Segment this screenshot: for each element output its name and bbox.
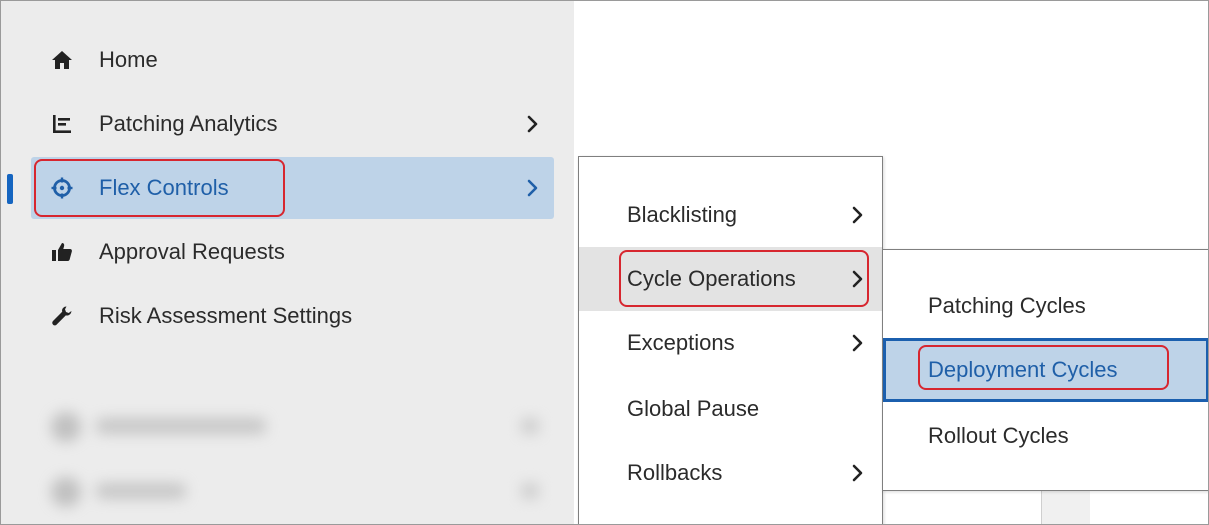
menu-item-rollout-cycles[interactable]: Rollout Cycles xyxy=(883,404,1208,468)
sidebar-item-risk-assessment-settings[interactable]: Risk Assessment Settings xyxy=(31,285,554,347)
wrench-icon xyxy=(51,305,73,327)
analytics-icon xyxy=(51,113,73,135)
menu-item-global-pause[interactable]: Global Pause xyxy=(579,377,882,441)
thumbs-up-icon xyxy=(51,241,73,263)
menu-item-cycle-operations[interactable]: Cycle Operations xyxy=(579,247,882,311)
chevron-right-icon xyxy=(522,178,542,198)
cycle-operations-submenu: Patching Cycles Deployment Cycles Rollou… xyxy=(882,249,1208,491)
sidebar-item-label: Home xyxy=(99,47,158,72)
home-icon xyxy=(51,49,73,71)
flex-controls-submenu: Blacklisting Cycle Operations Exceptions… xyxy=(578,156,883,524)
menu-item-label: Rollbacks xyxy=(627,460,723,485)
sidebar-nav: Home Patching Analytics Flex Controls Ap… xyxy=(1,1,574,524)
menu-item-exceptions[interactable]: Exceptions xyxy=(579,311,882,375)
menu-item-deployment-cycles[interactable]: Deployment Cycles xyxy=(883,338,1208,402)
chevron-right-icon xyxy=(522,114,542,134)
chevron-right-icon xyxy=(847,463,867,483)
menu-item-blacklisting[interactable]: Blacklisting xyxy=(579,183,882,247)
menu-item-label: Rollout Cycles xyxy=(928,423,1069,448)
sidebar-item-flex-controls[interactable]: Flex Controls xyxy=(31,157,554,219)
menu-item-label: Blacklisting xyxy=(627,202,738,227)
sidebar-item-patching-analytics[interactable]: Patching Analytics xyxy=(31,93,554,155)
menu-item-label: Deployment Cycles xyxy=(928,357,1118,382)
menu-item-label: Exceptions xyxy=(627,330,735,355)
active-indicator xyxy=(7,174,13,204)
blurred-menu-item xyxy=(41,471,561,511)
sidebar-item-label: Patching Analytics xyxy=(99,111,278,136)
blurred-menu-item xyxy=(41,406,561,446)
sidebar-item-label: Approval Requests xyxy=(99,239,285,264)
menu-item-rollbacks[interactable]: Rollbacks xyxy=(579,441,882,505)
chevron-right-icon xyxy=(847,205,867,225)
menu-item-label: Cycle Operations xyxy=(627,266,796,291)
menu-item-label: Global Pause xyxy=(627,396,760,421)
chevron-right-icon xyxy=(847,333,867,353)
sidebar-item-approval-requests[interactable]: Approval Requests xyxy=(31,221,554,283)
menu-item-label: Patching Cycles xyxy=(928,293,1086,318)
app-window: Home Patching Analytics Flex Controls Ap… xyxy=(0,0,1209,525)
menu-item-patching-cycles[interactable]: Patching Cycles xyxy=(883,274,1208,338)
sidebar-item-label: Flex Controls xyxy=(99,175,229,200)
crosshair-icon xyxy=(51,177,73,199)
sidebar-item-home[interactable]: Home xyxy=(31,29,554,91)
sidebar-item-label: Risk Assessment Settings xyxy=(99,303,353,328)
background-panel xyxy=(1041,491,1090,524)
chevron-right-icon xyxy=(847,269,867,289)
